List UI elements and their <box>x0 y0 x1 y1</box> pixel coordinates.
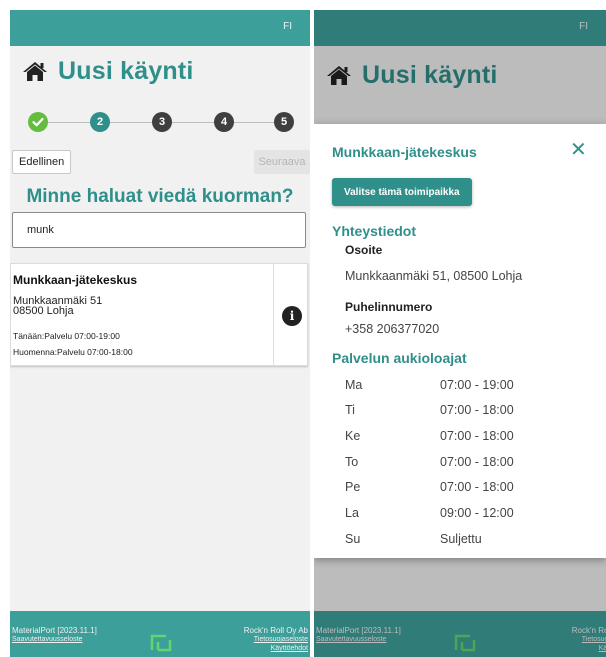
contact-heading: Yhteystiedot <box>332 223 417 239</box>
main-screen: FI Uusi käynti 2 3 4 5 Edellinen Seuraav… <box>10 10 310 657</box>
hours-day: Su <box>345 532 361 546</box>
hours-heading: Palvelun aukioloajat <box>332 350 467 366</box>
footer-left: MaterialPort [2023.11.1] Saavutettavuuss… <box>12 626 97 644</box>
progress-stepper: 2 3 4 5 <box>10 112 310 132</box>
address-value: Munkkaanmäki 51, 08500 Lohja <box>345 269 523 283</box>
hours-day: Ti <box>345 403 355 417</box>
hours-day: Pe <box>345 480 361 494</box>
modal-title: Munkkaan-jätekeskus <box>332 144 477 160</box>
hours-time: Suljettu <box>440 532 482 546</box>
info-icon[interactable]: i <box>282 306 302 326</box>
select-location-button[interactable]: Valitse tämä toimipaikka <box>332 178 472 206</box>
app-logo-icon <box>150 634 172 652</box>
app-version: MaterialPort [2023.11.1] <box>12 626 97 635</box>
top-bar: FI <box>10 10 310 46</box>
footer: MaterialPort [2023.11.1] Saavutettavuuss… <box>10 611 310 657</box>
accessibility-link[interactable]: Saavutettavuusseloste <box>12 635 97 644</box>
previous-button[interactable]: Edellinen <box>12 150 72 174</box>
location-result-card[interactable]: Munkkaan-jätekeskus Munkkaanmäki 51 0850… <box>10 263 308 366</box>
location-postal: 08500 Lohja <box>13 305 74 317</box>
phone-label: Puhelinnumero <box>345 300 433 314</box>
address-label: Osoite <box>345 243 383 257</box>
step-3: 3 <box>152 112 172 132</box>
hours-tomorrow: Huomenna:Palvelu 07:00-18:00 <box>13 347 133 357</box>
hours-day: To <box>345 455 359 469</box>
step-4: 4 <box>214 112 234 132</box>
page-title: Uusi käynti <box>58 56 194 85</box>
terms-link[interactable]: Käyttöehdot <box>244 644 308 653</box>
hours-time: 09:00 - 12:00 <box>440 506 514 520</box>
location-name: Munkkaan-jätekeskus <box>13 273 138 287</box>
hours-time: 07:00 - 18:00 <box>440 455 514 469</box>
step-1-done <box>28 112 48 132</box>
home-icon[interactable] <box>22 60 48 82</box>
privacy-link[interactable]: Tietosuojaseloste <box>244 635 308 644</box>
phone-value[interactable]: +358 206377020 <box>345 322 439 336</box>
language-selector[interactable]: FI <box>283 21 292 32</box>
check-icon <box>32 117 44 127</box>
hours-time: 07:00 - 19:00 <box>440 378 514 392</box>
step-5: 5 <box>274 112 294 132</box>
close-icon[interactable]: ✕ <box>570 140 587 160</box>
hours-time: 07:00 - 18:00 <box>440 480 514 494</box>
hours-day: Ma <box>345 378 363 392</box>
company-name: Rock'n Roll Oy Ab <box>243 626 308 635</box>
hours-time: 07:00 - 18:00 <box>440 429 514 443</box>
footer-right: Rock'n Roll Oy Ab Tietosuojaseloste Käyt… <box>244 626 308 653</box>
next-button[interactable]: Seuraava <box>254 150 310 174</box>
page-header: Uusi käynti <box>22 56 194 86</box>
hours-today: Tänään:Palvelu 07:00-19:00 <box>13 331 120 341</box>
step-2: 2 <box>90 112 110 132</box>
details-screen: FI Uusi käynti MaterialPort [2023.11.1] … <box>314 10 606 657</box>
destination-question: Minne haluat viedä kuorman? <box>26 186 294 207</box>
hours-day: Ke <box>345 429 361 443</box>
location-details-modal: Munkkaan-jätekeskus ✕ Valitse tämä toimi… <box>314 124 606 558</box>
hours-day: La <box>345 506 359 520</box>
card-divider <box>273 264 274 365</box>
search-input[interactable] <box>12 212 306 248</box>
hours-time: 07:00 - 18:00 <box>440 403 514 417</box>
